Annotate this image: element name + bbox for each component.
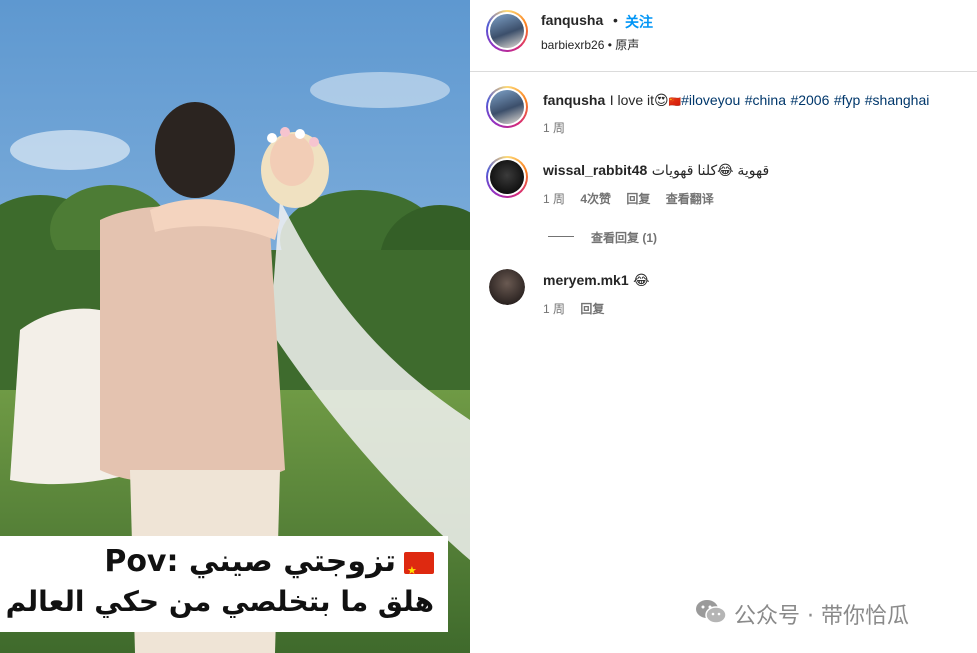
reply-button[interactable]: 回复 [626,192,650,206]
caption-meta: 1 周 [543,119,577,136]
china-flag-icon [404,551,434,591]
heart-eyes-emoji: 😍 [654,92,669,108]
media-caption-line1: تزوجتي صيني :Pov [14,542,434,591]
comment-text: 😂 [633,272,650,288]
watermark-text: 公众号 · 带你恰瓜 [734,604,909,629]
comments-panel: fanqusha • 关注 barbiexrb26 • 原声 fanqusha … [470,0,977,653]
hashtag-link[interactable]: #china [745,92,786,108]
china-flag-emoji: 🇨🇳 [668,97,682,108]
comment-row: wissal_rabbit48 قهوية 😂كلنا قهويات [543,162,769,180]
translate-button[interactable]: 查看翻译 [666,192,714,206]
comment-time[interactable]: 1 周 [543,192,565,206]
comment-time[interactable]: 1 周 [543,302,565,316]
author-username[interactable]: fanqusha [541,12,603,28]
hashtag-link[interactable]: #iloveyou [681,92,740,108]
comment-avatar[interactable] [486,156,528,198]
wechat-icon [696,600,727,624]
audio-label[interactable]: 原声 [615,38,639,52]
media-caption-line1-text: تزوجتي صيني :Pov [104,544,396,579]
caption-time[interactable]: 1 周 [543,121,565,135]
comment-meta: 1 周 4次赞 回复 查看翻译 [543,190,726,207]
caption-row: fanqusha I love it😍🇨🇳#iloveyou #china #2… [543,92,929,110]
view-replies-button[interactable]: 查看回复 (1) [591,229,657,246]
caption-username[interactable]: fanqusha [543,92,605,108]
hashtag-link[interactable]: #fyp [834,92,860,108]
replies-divider [548,236,574,237]
post-media[interactable]: تزوجتي صيني :Pov هلق ما بتخلصي من حكي ال… [0,0,470,653]
reply-button[interactable]: 回复 [580,302,604,316]
audio-separator: • [607,38,612,52]
comment-username[interactable]: wissal_rabbit48 [543,162,647,178]
media-caption-overlay: تزوجتي صيني :Pov هلق ما بتخلصي من حكي ال… [0,536,448,632]
comment-username[interactable]: meryem.mk1 [543,272,629,288]
follow-button[interactable]: 关注 [625,12,653,32]
comment-meta: 1 周 回复 [543,300,616,317]
caption-author-avatar[interactable] [486,86,528,128]
comment-avatar[interactable] [489,269,525,305]
post-header: fanqusha • 关注 barbiexrb26 • 原声 [470,0,977,72]
caption-text: I love it [609,92,655,108]
comment-likes[interactable]: 4次赞 [580,192,611,206]
header-separator: • [613,12,618,28]
author-avatar[interactable] [486,10,528,52]
hashtag-link[interactable]: #shanghai [865,92,930,108]
audio-username[interactable]: barbiexrb26 [541,38,604,52]
audio-attribution[interactable]: barbiexrb26 • 原声 [541,36,639,53]
comment-row: meryem.mk1 😂 [543,272,649,290]
hashtag-link[interactable]: #2006 [790,92,829,108]
media-caption-line2: هلق ما بتخلصي من حكي العالم [5,585,434,618]
comment-text: قهوية 😂كلنا قهويات [651,162,770,178]
